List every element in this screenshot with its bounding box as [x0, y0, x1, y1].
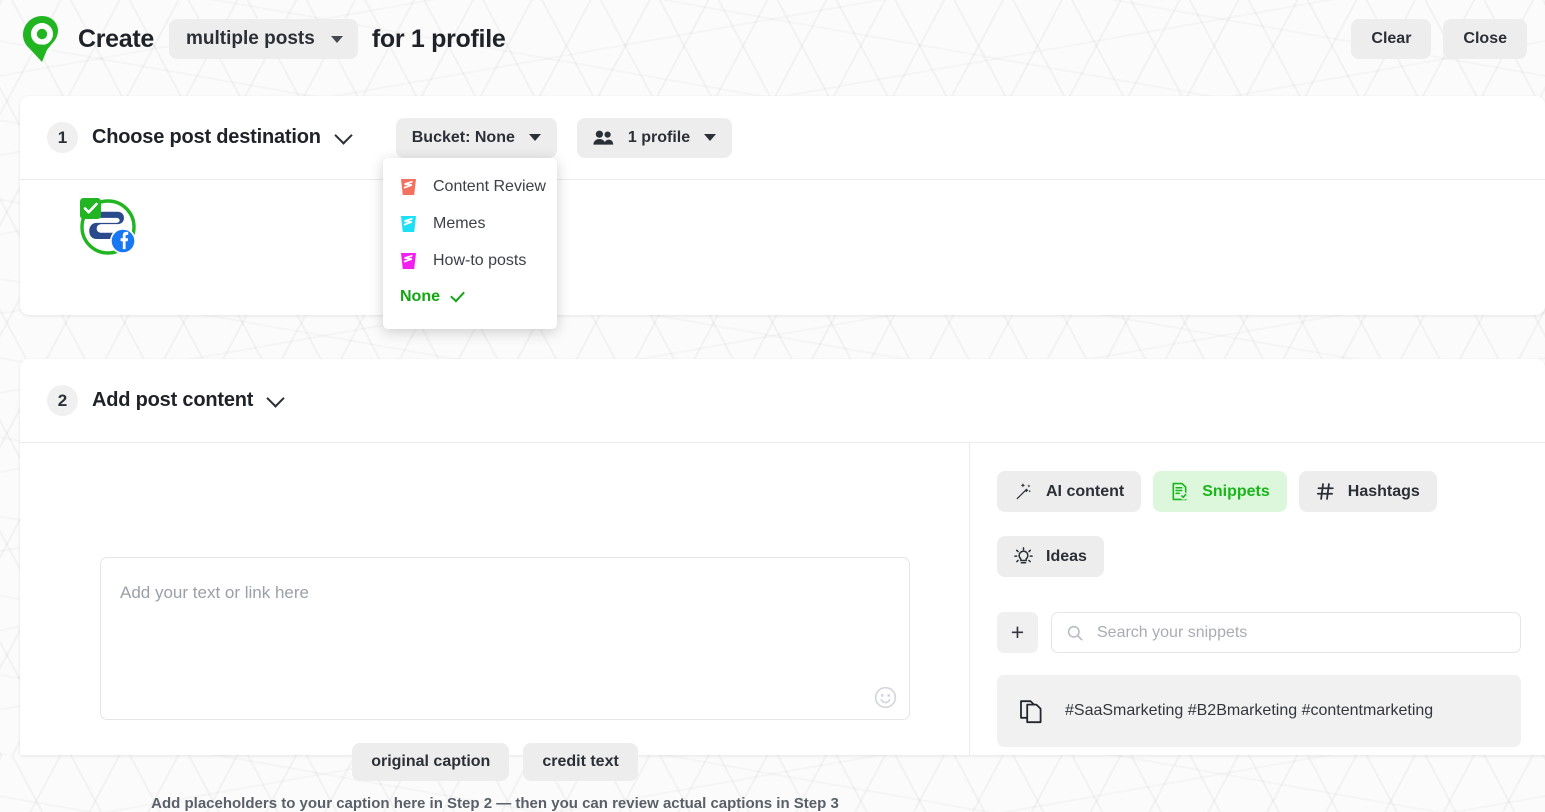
- bucket-option-label: Content Review: [433, 177, 546, 195]
- caret-down-icon: [704, 134, 717, 141]
- people-icon: [593, 130, 614, 145]
- bucket-icon: [401, 253, 416, 269]
- snippet-list-item[interactable]: #SaaSmarketing #B2Bmarketing #contentmar…: [997, 675, 1521, 747]
- bucket-icon: [401, 216, 416, 232]
- snippet-search-input[interactable]: [1095, 622, 1505, 643]
- snippets-label: Snippets: [1202, 482, 1270, 500]
- profile-select-label: 1 profile: [627, 128, 691, 146]
- hashtags-label: Hashtags: [1347, 482, 1420, 500]
- step-1-card: 1 Choose post destination Bucket: None 1…: [20, 96, 1545, 315]
- step-2-number: 2: [47, 385, 78, 416]
- chevron-down-icon[interactable]: [334, 126, 353, 145]
- bucket-option-none[interactable]: None: [383, 279, 557, 315]
- bucket-icon: [401, 179, 416, 195]
- ai-content-label: AI content: [1046, 482, 1125, 500]
- step-2-body: Add your text or link here original capt…: [20, 443, 1545, 812]
- lightbulb-icon: [1014, 547, 1033, 564]
- profile-avatar[interactable]: [76, 194, 140, 258]
- bucket-option-memes[interactable]: Memes: [383, 205, 557, 242]
- composer-pane: Add your text or link here original capt…: [20, 443, 970, 812]
- top-bar: Create multiple posts for 1 profile Clea…: [0, 0, 1545, 78]
- check-icon: [450, 287, 465, 303]
- step-1-title: Choose post destination: [92, 126, 321, 148]
- top-bar-actions: Clear Close: [1351, 19, 1527, 59]
- magic-wand-icon: [1016, 483, 1032, 500]
- map-pin-logo: [23, 16, 58, 62]
- page-title: Create: [78, 24, 155, 53]
- bucket-select-label: Bucket: None: [411, 128, 515, 146]
- ai-content-button[interactable]: AI content: [997, 471, 1142, 512]
- search-icon: [1067, 625, 1083, 640]
- check-badge-icon: [80, 198, 101, 219]
- tools-pane: AI content Snippets Hashtags Ideas + Sea…: [970, 443, 1545, 755]
- step-1-controls: Bucket: None 1 profile: [395, 117, 733, 158]
- ideas-label: Ideas: [1046, 547, 1087, 565]
- ideas-button[interactable]: Ideas: [997, 536, 1104, 577]
- profile-list: [20, 180, 1545, 314]
- chevron-down-icon[interactable]: [266, 389, 285, 408]
- bucket-dropdown-menu: Content Review Memes How-to posts None: [383, 158, 557, 329]
- bucket-option-content-review[interactable]: Content Review: [383, 168, 557, 205]
- bucket-option-how-to-posts[interactable]: How-to posts: [383, 242, 557, 279]
- profile-select[interactable]: 1 profile: [576, 117, 733, 158]
- caret-down-icon: [528, 134, 541, 141]
- bucket-option-label: None: [400, 288, 440, 305]
- step-1-header: 1 Choose post destination Bucket: None 1…: [20, 96, 1545, 180]
- bucket-option-label: How-to posts: [433, 251, 527, 269]
- clear-button[interactable]: Clear: [1351, 19, 1432, 59]
- tool-buttons: AI content Snippets Hashtags Ideas: [997, 471, 1521, 589]
- add-snippet-button[interactable]: +: [997, 612, 1038, 653]
- snippets-search-row: +: [997, 612, 1521, 653]
- post-composer[interactable]: Add your text or link here: [100, 557, 910, 720]
- post-type-value: multiple posts: [186, 28, 315, 49]
- post-type-select[interactable]: multiple posts: [169, 19, 358, 59]
- snippet-text: #SaaSmarketing #B2Bmarketing #contentmar…: [1065, 702, 1434, 719]
- credit-text-button[interactable]: credit text: [523, 743, 638, 781]
- composer-placeholder: Add your text or link here: [120, 583, 309, 602]
- for-profile-label: for 1 profile: [371, 24, 506, 53]
- snippet-search-box[interactable]: [1051, 612, 1521, 653]
- step-2-header: 2 Add post content: [20, 359, 1545, 443]
- hashtag-icon: [1316, 483, 1334, 500]
- placeholder-buttons: original caption credit text: [20, 743, 970, 781]
- close-button[interactable]: Close: [1443, 19, 1527, 59]
- placeholder-hint: Add placeholders to your caption here in…: [151, 795, 839, 812]
- snippet-doc-icon: [1172, 482, 1188, 501]
- original-caption-button[interactable]: original caption: [352, 743, 510, 781]
- step-1-number: 1: [47, 122, 78, 153]
- hashtags-button[interactable]: Hashtags: [1298, 471, 1437, 512]
- snippets-button[interactable]: Snippets: [1153, 471, 1287, 512]
- copy-icon: [1020, 700, 1042, 724]
- step-2-title: Add post content: [92, 389, 254, 411]
- caret-down-icon: [330, 35, 343, 43]
- emoji-smiley-icon[interactable]: [874, 686, 897, 709]
- bucket-option-label: Memes: [433, 214, 486, 232]
- bucket-select[interactable]: Bucket: None: [395, 117, 557, 158]
- step-2-card: 2 Add post content Add your text or link…: [20, 359, 1545, 812]
